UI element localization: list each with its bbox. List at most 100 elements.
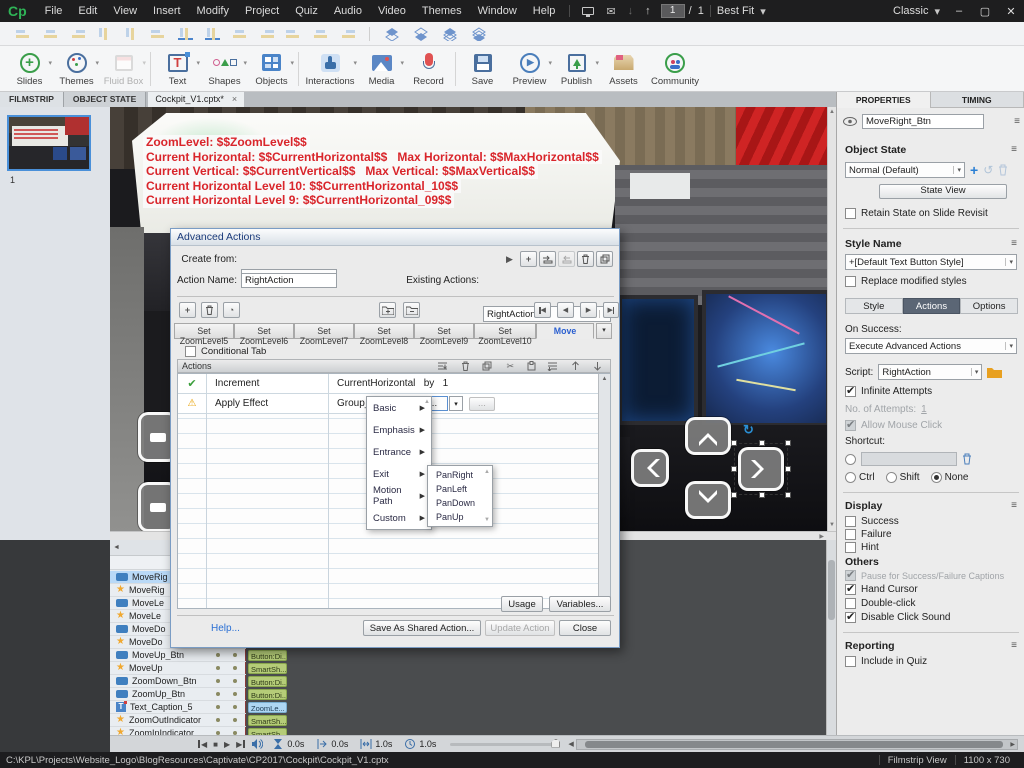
delete-action-icon[interactable] [577, 251, 594, 267]
new-action-icon[interactable]: + [520, 251, 537, 267]
stage-vertical-scrollbar[interactable]: ▲▼ [827, 107, 836, 540]
menu-edit[interactable]: Edit [70, 5, 105, 17]
panel-menu-icon[interactable]: ≡ [1014, 116, 1019, 127]
delay-icon[interactable]: ◔ [223, 302, 240, 318]
timeline-object-bar[interactable]: SmartSh... [248, 663, 287, 674]
duplicate-action-icon[interactable] [596, 251, 613, 267]
style-menu-icon[interactable]: ≡ [1011, 238, 1016, 249]
include-in-quiz-checkbox[interactable] [845, 656, 856, 667]
variables-button[interactable]: Variables... [549, 596, 611, 612]
preview-screen-icon[interactable] [582, 7, 594, 15]
workspace-select[interactable]: Classic [893, 5, 928, 17]
timeline-object-bar[interactable]: Button:Di... [248, 676, 287, 687]
text-button[interactable]: T▾ Text [154, 51, 201, 87]
dialog-title-bar[interactable]: Advanced Actions [171, 229, 619, 246]
last-action-icon[interactable]: ▶ [603, 302, 619, 318]
timeline-object-bar[interactable]: ZoomLe... [248, 702, 287, 713]
minimize-button[interactable]: – [946, 5, 972, 17]
save-as-shared-button[interactable]: Save As Shared Action... [363, 620, 481, 636]
maximize-button[interactable]: ▢ [972, 5, 998, 18]
zoom-select[interactable]: Best Fit [717, 5, 754, 17]
interactions-button[interactable]: ▾ Interactions [302, 51, 358, 87]
resize-handle[interactable] [731, 440, 737, 446]
resize-handle[interactable] [731, 492, 737, 498]
submenu-panleft[interactable]: PanLeft [428, 482, 492, 496]
align-middle-icon[interactable] [124, 28, 139, 40]
first-action-icon[interactable]: ◀ [534, 302, 551, 318]
menu-video[interactable]: Video [370, 5, 414, 17]
action-tab-zoomlevel7[interactable]: Set ZoomLevel7 [294, 323, 354, 339]
size-equal-icon[interactable] [232, 28, 247, 40]
subtab-options[interactable]: Options [960, 298, 1018, 314]
envelope-icon[interactable]: ✉ [606, 5, 615, 18]
conditional-tab-checkbox[interactable] [185, 346, 196, 357]
community-button[interactable]: Community [647, 51, 703, 87]
rotate-handle-icon[interactable]: ↻ [743, 422, 754, 438]
menu-file[interactable]: File [37, 5, 71, 17]
shift-radio[interactable] [886, 472, 897, 483]
menu-item-motion-path[interactable]: Motion Path▶ [367, 485, 431, 507]
distribute-horizontal-icon[interactable] [178, 28, 193, 40]
go-to-start-button[interactable]: ◀ [198, 740, 207, 749]
success-checkbox[interactable] [845, 516, 856, 527]
timeline-zoom-slider[interactable] [450, 743, 560, 746]
objects-button[interactable]: ▾ Objects [248, 51, 295, 87]
clear-shortcut-icon[interactable] [962, 453, 972, 465]
move-right-selection[interactable]: ↻ [734, 443, 788, 495]
send-to-back-icon[interactable] [414, 27, 429, 41]
menu-quiz[interactable]: Quiz [287, 5, 326, 17]
insert-row-icon[interactable] [437, 361, 448, 373]
ungroup-icon[interactable] [403, 302, 420, 318]
slider-left-icon[interactable]: ◀ [568, 740, 573, 748]
action-tab-overflow[interactable]: ▾ [596, 323, 612, 339]
shortcut-radio[interactable] [845, 454, 856, 465]
bring-forward-icon[interactable] [443, 27, 458, 41]
preview-action-icon[interactable]: ▶ [501, 251, 518, 267]
resize-handle[interactable] [785, 440, 791, 446]
timeline-object-bar[interactable]: Button:Di... [248, 650, 287, 661]
move-up-button[interactable] [685, 417, 731, 455]
action-tab-zoomlevel8[interactable]: Set ZoomLevel8 [354, 323, 414, 339]
double-click-checkbox[interactable] [845, 598, 856, 609]
close-button[interactable]: ✕ [998, 5, 1024, 18]
move-right-button[interactable] [738, 447, 784, 491]
menu-audio[interactable]: Audio [326, 5, 370, 17]
import-action-icon[interactable] [539, 251, 556, 267]
view-mode-label[interactable]: Filmstrip View [888, 755, 947, 766]
go-to-end-button[interactable]: ▶ [236, 740, 245, 749]
stop-button[interactable]: ■ [213, 740, 218, 749]
themes-button[interactable]: ▾ Themes [53, 51, 100, 87]
save-button[interactable]: Save [459, 51, 506, 87]
resize-handle[interactable] [731, 466, 737, 472]
move-down-button[interactable] [685, 481, 731, 519]
send-backward-icon[interactable] [472, 27, 487, 41]
prev-action-icon[interactable]: ◀ [557, 302, 574, 318]
menu-item-basic[interactable]: Basic▶ [367, 397, 431, 419]
script-select[interactable]: RightAction▾ [878, 364, 982, 380]
help-link[interactable]: Help... [211, 623, 240, 634]
timeline-object-bar[interactable]: SmartSh... [248, 715, 287, 726]
menu-item-custom[interactable]: Custom▶ [367, 507, 431, 529]
action-tab-zoomlevel6[interactable]: Set ZoomLevel6 [234, 323, 294, 339]
action-type-cell[interactable]: Increment [206, 374, 328, 393]
menu-themes[interactable]: Themes [414, 5, 470, 17]
cut-row-icon[interactable]: ✂ [506, 361, 514, 372]
delete-row-icon[interactable] [201, 302, 218, 318]
previous-slide-icon[interactable]: ↓ [628, 5, 634, 17]
distribute-vertical-icon[interactable] [205, 28, 220, 40]
delete-row-icon2[interactable] [461, 361, 470, 373]
menu-project[interactable]: Project [237, 5, 287, 17]
reporting-menu-icon[interactable]: ≡ [1011, 640, 1016, 651]
paste-row-icon[interactable] [527, 361, 536, 373]
submenu-panup[interactable]: PanUp [428, 510, 492, 524]
subtab-style[interactable]: Style [845, 298, 903, 314]
resize-handle[interactable] [759, 492, 765, 498]
tab-object-state[interactable]: OBJECT STATE [64, 92, 146, 107]
timeline-horizontal-scrollbar[interactable]: ▶ [576, 739, 1018, 750]
state-view-button[interactable]: State View [879, 184, 1007, 199]
resize-icon[interactable] [259, 28, 274, 40]
close-button-dialog[interactable]: Close [559, 620, 611, 636]
align-right-icon[interactable] [70, 28, 85, 40]
layer-row[interactable]: TText_Caption_5 [110, 701, 246, 714]
hand-cursor-checkbox[interactable] [845, 584, 856, 595]
